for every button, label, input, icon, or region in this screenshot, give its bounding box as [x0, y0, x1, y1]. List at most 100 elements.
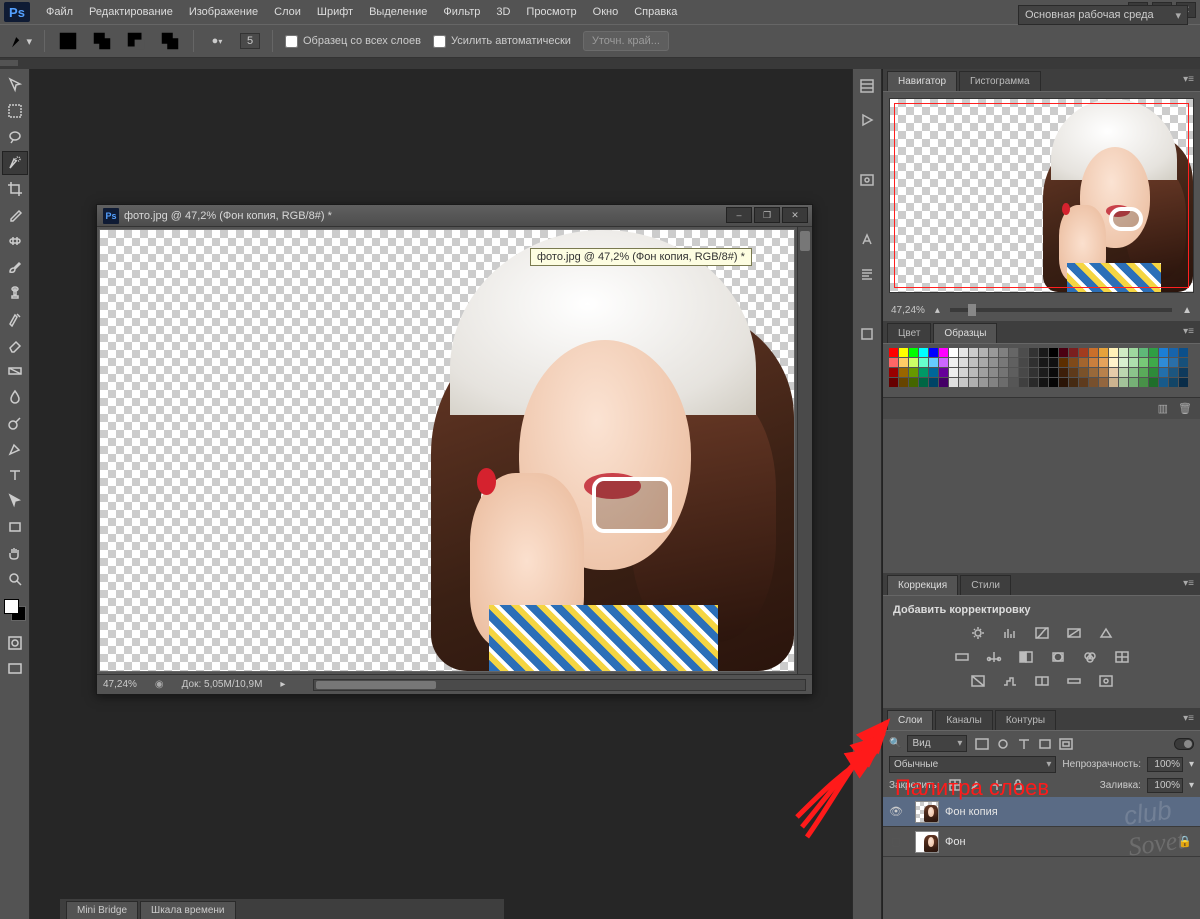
swatch[interactable]	[1159, 378, 1168, 387]
swatch[interactable]	[1019, 358, 1028, 367]
selection-intersect-icon[interactable]	[159, 30, 181, 52]
sample-all-layers-checkbox[interactable]: Образец со всех слоев	[285, 35, 421, 48]
swatch[interactable]	[909, 378, 918, 387]
tab-swatches[interactable]: Образцы	[933, 323, 997, 343]
lasso-tool[interactable]	[2, 125, 28, 149]
path-selection-tool[interactable]	[2, 489, 28, 513]
swatch[interactable]	[1169, 348, 1178, 357]
tab-color[interactable]: Цвет	[887, 323, 931, 343]
lock-pixels-icon[interactable]	[967, 777, 985, 793]
swatch[interactable]	[959, 348, 968, 357]
swatch[interactable]	[1029, 368, 1038, 377]
swatch[interactable]	[969, 368, 978, 377]
swatch[interactable]	[1119, 348, 1128, 357]
quick-selection-tool[interactable]	[2, 151, 28, 175]
swatch[interactable]	[1099, 348, 1108, 357]
type-tool[interactable]	[2, 463, 28, 487]
swatch[interactable]	[1099, 358, 1108, 367]
menu-file[interactable]: Файл	[38, 2, 81, 22]
swatch[interactable]	[989, 368, 998, 377]
swatch[interactable]	[1179, 348, 1188, 357]
photo-filter-icon[interactable]	[1047, 648, 1069, 666]
swatch[interactable]	[999, 358, 1008, 367]
brush-tool[interactable]	[2, 255, 28, 279]
layer-visibility-icon[interactable]: 👁	[883, 805, 909, 818]
swatch[interactable]	[1159, 368, 1168, 377]
swatch[interactable]	[899, 358, 908, 367]
layer-name[interactable]: Фон копия	[945, 806, 1192, 818]
swatch[interactable]	[1069, 378, 1078, 387]
opacity-arrow[interactable]: ▾	[1189, 759, 1194, 770]
swatch[interactable]	[1119, 378, 1128, 387]
swatch[interactable]	[1179, 368, 1188, 377]
swatch[interactable]	[1009, 378, 1018, 387]
swatch[interactable]	[889, 378, 898, 387]
swatch[interactable]	[1109, 378, 1118, 387]
swatch[interactable]	[1149, 378, 1158, 387]
swatch[interactable]	[999, 378, 1008, 387]
swatch[interactable]	[1079, 368, 1088, 377]
swatch[interactable]	[1059, 348, 1068, 357]
swatch[interactable]	[1109, 358, 1118, 367]
swatch[interactable]	[1079, 348, 1088, 357]
swatches-grid[interactable]	[883, 344, 1200, 397]
navigator-view-box[interactable]	[894, 103, 1189, 288]
brush-size-field[interactable]: 5	[240, 33, 260, 49]
new-swatch-icon[interactable]: ▥	[1158, 402, 1168, 415]
swatch[interactable]	[939, 348, 948, 357]
swatch[interactable]	[1019, 378, 1028, 387]
fill-arrow[interactable]: ▾	[1189, 780, 1194, 791]
tab-paths[interactable]: Контуры	[995, 710, 1056, 730]
hand-tool[interactable]	[2, 541, 28, 565]
swatch[interactable]	[889, 358, 898, 367]
swatch[interactable]	[1129, 368, 1138, 377]
dodge-tool[interactable]	[2, 411, 28, 435]
document-titlebar[interactable]: Ps фото.jpg @ 47,2% (Фон копия, RGB/8#) …	[97, 205, 812, 227]
swatch[interactable]	[1179, 378, 1188, 387]
posterize-adjust-icon[interactable]	[999, 672, 1021, 690]
layer-visibility-icon[interactable]: ▢	[883, 835, 909, 848]
tab-mini-bridge[interactable]: Mini Bridge	[66, 901, 138, 919]
navigator-zoom-value[interactable]: 47,24%	[891, 305, 925, 316]
swatch[interactable]	[1099, 368, 1108, 377]
filter-adjust-icon[interactable]	[994, 736, 1012, 752]
swatch[interactable]	[1169, 368, 1178, 377]
brush-picker-icon[interactable]: ●▾	[206, 30, 228, 52]
pen-tool[interactable]	[2, 437, 28, 461]
swatch[interactable]	[1069, 368, 1078, 377]
swatch[interactable]	[1059, 368, 1068, 377]
curves-adjust-icon[interactable]	[1031, 624, 1053, 642]
swatch[interactable]	[1149, 348, 1158, 357]
doc-info-arrow[interactable]: ▸	[280, 679, 285, 690]
layer-filter-icon[interactable]: 🔍	[889, 738, 901, 749]
swatch[interactable]	[969, 348, 978, 357]
swatch[interactable]	[1049, 368, 1058, 377]
swatch[interactable]	[1139, 358, 1148, 367]
navigator-zoom-slider[interactable]	[950, 308, 1172, 312]
swatch[interactable]	[989, 358, 998, 367]
filter-toggle-switch[interactable]	[1174, 738, 1194, 750]
swatch[interactable]	[909, 368, 918, 377]
swatch[interactable]	[1119, 358, 1128, 367]
swatch[interactable]	[1129, 348, 1138, 357]
threshold-adjust-icon[interactable]	[1031, 672, 1053, 690]
swatch[interactable]	[1059, 378, 1068, 387]
swatch[interactable]	[979, 368, 988, 377]
quick-mask-toggle[interactable]	[2, 631, 28, 655]
layer-row-background[interactable]: ▢ Фон 🔒	[883, 827, 1200, 857]
swatch[interactable]	[1009, 348, 1018, 357]
swatch[interactable]	[899, 348, 908, 357]
swatch[interactable]	[909, 348, 918, 357]
doc-info-icon[interactable]: ◉	[155, 679, 164, 690]
selection-new-icon[interactable]	[57, 30, 79, 52]
menu-edit[interactable]: Редактирование	[81, 2, 181, 22]
doc-close-button[interactable]: ✕	[782, 207, 808, 223]
swatch[interactable]	[1089, 368, 1098, 377]
doc-minimize-button[interactable]: –	[726, 207, 752, 223]
workspace-selector[interactable]: Основная рабочая среда	[1018, 5, 1188, 25]
swatch[interactable]	[999, 348, 1008, 357]
swatch[interactable]	[1039, 368, 1048, 377]
selective-color-icon[interactable]	[1095, 672, 1117, 690]
channel-mixer-icon[interactable]	[1079, 648, 1101, 666]
swatch[interactable]	[1049, 358, 1058, 367]
